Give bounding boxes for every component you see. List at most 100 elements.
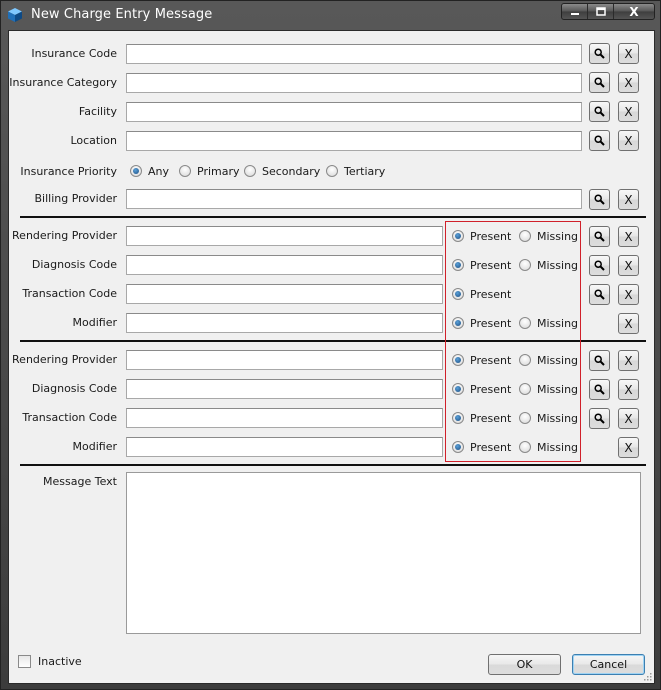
- g2-rendering-provider-clear-button[interactable]: X: [618, 350, 639, 371]
- g1-rendering-provider-clear-button[interactable]: X: [618, 226, 639, 247]
- g1-rendering-provider-label: Rendering Provider: [12, 229, 117, 242]
- clear-icon: X: [624, 75, 633, 90]
- clear-icon: X: [624, 258, 633, 273]
- search-icon: [594, 106, 605, 117]
- insurance-code-search-button[interactable]: [589, 43, 610, 64]
- g2-transaction-code-label: Transaction Code: [22, 411, 117, 424]
- g1-transaction-code-field[interactable]: [126, 284, 443, 304]
- g1-modifier-label: Modifier: [72, 316, 117, 329]
- search-icon: [594, 194, 605, 205]
- g2-modifier-field[interactable]: [126, 437, 443, 457]
- close-icon: X: [629, 4, 639, 19]
- search-icon: [594, 413, 605, 424]
- priority-tertiary-radio[interactable]: Tertiary: [326, 163, 385, 179]
- clear-icon: X: [624, 382, 633, 397]
- dialog-window: New Charge Entry Message X Insurance Cod…: [0, 0, 661, 690]
- search-icon: [594, 135, 605, 146]
- cancel-button[interactable]: Cancel: [572, 654, 645, 675]
- search-icon: [594, 231, 605, 242]
- g1-modifier-field[interactable]: [126, 313, 443, 333]
- minimize-icon: [570, 12, 579, 15]
- radio-empty-icon: [244, 165, 256, 177]
- billing-provider-label: Billing Provider: [34, 192, 117, 205]
- g2-diagnosis-code-label: Diagnosis Code: [31, 382, 117, 395]
- radio-selected-icon: [130, 165, 142, 177]
- clear-icon: X: [624, 133, 633, 148]
- g2-rendering-provider-field[interactable]: [126, 350, 443, 370]
- g2-transaction-code-field[interactable]: [126, 408, 443, 428]
- billing-provider-search-button[interactable]: [589, 189, 610, 210]
- g2-transaction-code-search-button[interactable]: [589, 408, 610, 429]
- maximize-button[interactable]: [588, 4, 614, 19]
- facility-clear-button[interactable]: X: [618, 101, 639, 122]
- search-icon: [594, 48, 605, 59]
- radio-empty-icon: [326, 165, 338, 177]
- billing-provider-clear-button[interactable]: X: [618, 189, 639, 210]
- search-icon: [594, 260, 605, 271]
- g2-modifier-label: Modifier: [72, 440, 117, 453]
- app-cube-icon: [8, 8, 22, 22]
- inactive-label: Inactive: [38, 655, 82, 668]
- clear-icon: X: [624, 316, 633, 331]
- checkbox-empty-icon: [18, 655, 31, 668]
- g1-diagnosis-code-field[interactable]: [126, 255, 443, 275]
- g1-transaction-code-label: Transaction Code: [22, 287, 117, 300]
- present-missing-highlight: [445, 221, 581, 462]
- insurance-category-label: Insurance Category: [9, 76, 117, 89]
- clear-icon: X: [624, 46, 633, 61]
- title-bar[interactable]: New Charge Entry Message X: [1, 1, 660, 29]
- location-field[interactable]: [126, 131, 582, 151]
- location-clear-button[interactable]: X: [618, 130, 639, 151]
- g2-rendering-provider-label: Rendering Provider: [12, 353, 117, 366]
- g1-diagnosis-code-search-button[interactable]: [589, 255, 610, 276]
- facility-field[interactable]: [126, 102, 582, 122]
- ok-button[interactable]: OK: [488, 654, 561, 675]
- minimize-button[interactable]: [562, 4, 588, 19]
- radio-empty-icon: [179, 165, 191, 177]
- close-button[interactable]: X: [614, 4, 654, 19]
- g2-diagnosis-code-field[interactable]: [126, 379, 443, 399]
- inactive-checkbox[interactable]: Inactive: [18, 655, 82, 668]
- g1-transaction-code-clear-button[interactable]: X: [618, 284, 639, 305]
- clear-icon: X: [624, 411, 633, 426]
- message-text-label: Message Text: [43, 475, 117, 488]
- insurance-code-label: Insurance Code: [31, 47, 117, 60]
- clear-icon: X: [624, 192, 633, 207]
- message-text-area[interactable]: [126, 472, 641, 634]
- search-icon: [594, 289, 605, 300]
- g2-transaction-code-clear-button[interactable]: X: [618, 408, 639, 429]
- location-search-button[interactable]: [589, 130, 610, 151]
- g1-rendering-provider-field[interactable]: [126, 226, 443, 246]
- search-icon: [594, 355, 605, 366]
- g1-diagnosis-code-clear-button[interactable]: X: [618, 255, 639, 276]
- g1-transaction-code-search-button[interactable]: [589, 284, 610, 305]
- maximize-icon: [595, 7, 606, 16]
- location-label: Location: [70, 134, 117, 147]
- g1-rendering-provider-search-button[interactable]: [589, 226, 610, 247]
- dialog-client: Insurance Code X Insurance Category X Fa…: [8, 30, 655, 684]
- facility-label: Facility: [78, 105, 117, 118]
- clear-icon: X: [624, 104, 633, 119]
- g2-diagnosis-code-clear-button[interactable]: X: [618, 379, 639, 400]
- priority-secondary-radio[interactable]: Secondary: [244, 163, 320, 179]
- g2-modifier-clear-button[interactable]: X: [618, 437, 639, 458]
- window-title: New Charge Entry Message: [31, 7, 213, 22]
- clear-icon: X: [624, 353, 633, 368]
- priority-any-radio[interactable]: Any: [130, 163, 169, 179]
- priority-primary-radio[interactable]: Primary: [179, 163, 240, 179]
- g1-modifier-clear-button[interactable]: X: [618, 313, 639, 334]
- insurance-code-clear-button[interactable]: X: [618, 43, 639, 64]
- clear-icon: X: [624, 440, 633, 455]
- insurance-category-clear-button[interactable]: X: [618, 72, 639, 93]
- billing-provider-field[interactable]: [126, 189, 582, 209]
- insurance-category-search-button[interactable]: [589, 72, 610, 93]
- resize-grip-icon[interactable]: [642, 671, 652, 681]
- insurance-code-field[interactable]: [126, 44, 582, 64]
- g2-rendering-provider-search-button[interactable]: [589, 350, 610, 371]
- g1-diagnosis-code-label: Diagnosis Code: [31, 258, 117, 271]
- divider: [20, 216, 646, 218]
- facility-search-button[interactable]: [589, 101, 610, 122]
- insurance-category-field[interactable]: [126, 73, 582, 93]
- g2-diagnosis-code-search-button[interactable]: [589, 379, 610, 400]
- clear-icon: X: [624, 229, 633, 244]
